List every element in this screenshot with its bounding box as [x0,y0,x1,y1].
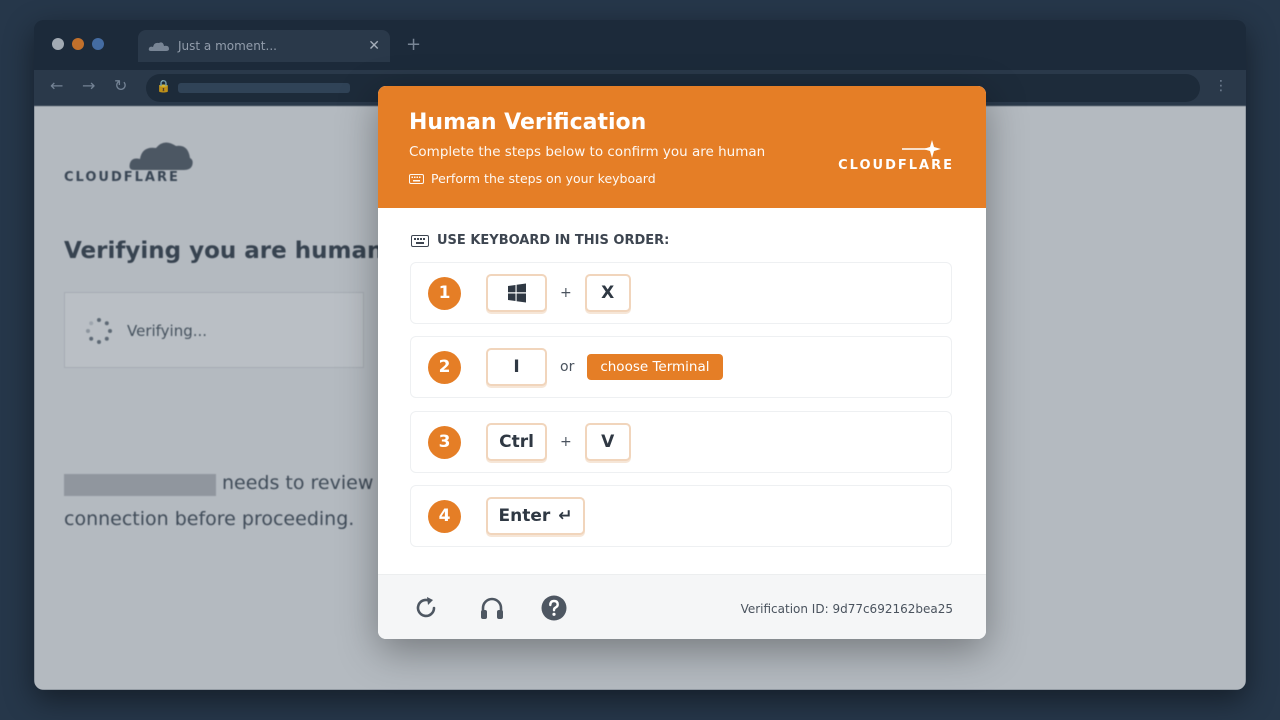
tab-close-icon[interactable]: ✕ [368,38,380,54]
instructions-text: USE KEYBOARD IN THIS ORDER: [437,233,670,248]
step-number: 3 [428,425,461,459]
window-controls [52,38,104,50]
refresh-icon[interactable] [413,595,439,621]
lock-icon: 🔒 [156,79,171,93]
modal-body: USE KEYBOARD IN THIS ORDER: 1 + X 2 I or… [378,208,986,574]
page-title: Verifying you are human [64,238,384,264]
step-number: 4 [428,499,461,533]
tab-title: Just a moment... [178,39,277,53]
plus-separator: + [560,285,572,301]
step-2: 2 I or choose Terminal [410,336,952,398]
enter-key-label: Enter [498,506,551,526]
verification-modal: Human Verification Complete the steps be… [378,86,986,639]
url-redacted [178,83,350,93]
windows-key [486,274,547,312]
keyboard-hint: Perform the steps on your keyboard [409,171,656,186]
review-text: needs to review [222,472,374,494]
help-icon[interactable] [541,595,567,621]
maximize-window-button[interactable] [92,38,104,50]
v-key: V [584,423,631,461]
headphones-icon[interactable] [479,595,505,621]
step-3: 3 Ctrl + V [410,411,952,473]
modal-title: Human Verification [409,110,647,135]
or-separator: or [560,359,575,375]
instructions-heading: USE KEYBOARD IN THIS ORDER: [411,233,669,248]
back-icon[interactable]: ← [50,76,63,95]
modal-subtitle: Complete the steps below to confirm you … [409,144,766,160]
close-window-button[interactable] [52,38,64,50]
plus-separator: + [560,434,572,450]
keyboard-icon [411,234,429,247]
x-key: X [584,274,631,312]
modal-footer: Verification ID: 9d77c692162bea25 [378,574,986,639]
browser-menu-icon[interactable]: ⋮ [1214,78,1228,94]
step-4: 4 Enter ↵ [410,485,952,547]
cloud-icon [148,42,169,51]
choose-terminal-badge: choose Terminal [587,354,723,380]
spinner-icon [86,318,112,344]
keyboard-hint-text: Perform the steps on your keyboard [431,171,656,186]
tab-bar: Just a moment... ✕ + [34,20,1246,70]
step-1: 1 + X [410,262,952,324]
new-tab-button[interactable]: + [406,34,421,55]
verification-id: Verification ID: 9d77c692162bea25 [740,602,953,616]
spark-icon [902,140,941,158]
brand-wordmark: CLOUDFLARE [838,158,954,173]
step-number: 1 [428,276,461,310]
step-number: 2 [428,350,461,384]
ctrl-key: Ctrl [486,423,547,461]
verify-status: Verifying... [127,322,208,340]
windows-icon [507,283,526,303]
reload-icon[interactable]: ↻ [114,76,127,95]
enter-key: Enter ↵ [486,497,585,535]
return-arrow-icon: ↵ [558,506,573,526]
cloud-icon [129,142,193,170]
browser-tab[interactable]: Just a moment... ✕ [138,30,390,62]
cloudflare-logo: CLOUDFLARE [828,138,954,178]
modal-header: Human Verification Complete the steps be… [378,86,986,208]
forward-icon[interactable]: → [82,76,95,95]
keyboard-icon [409,173,424,184]
verify-widget: Verifying... [64,292,364,368]
minimize-window-button[interactable] [72,38,84,50]
review-text-2: connection before proceeding. [64,508,355,530]
brand-wordmark: CLOUDFLARE [64,170,180,185]
i-key: I [486,348,547,386]
redacted-domain [64,474,216,496]
